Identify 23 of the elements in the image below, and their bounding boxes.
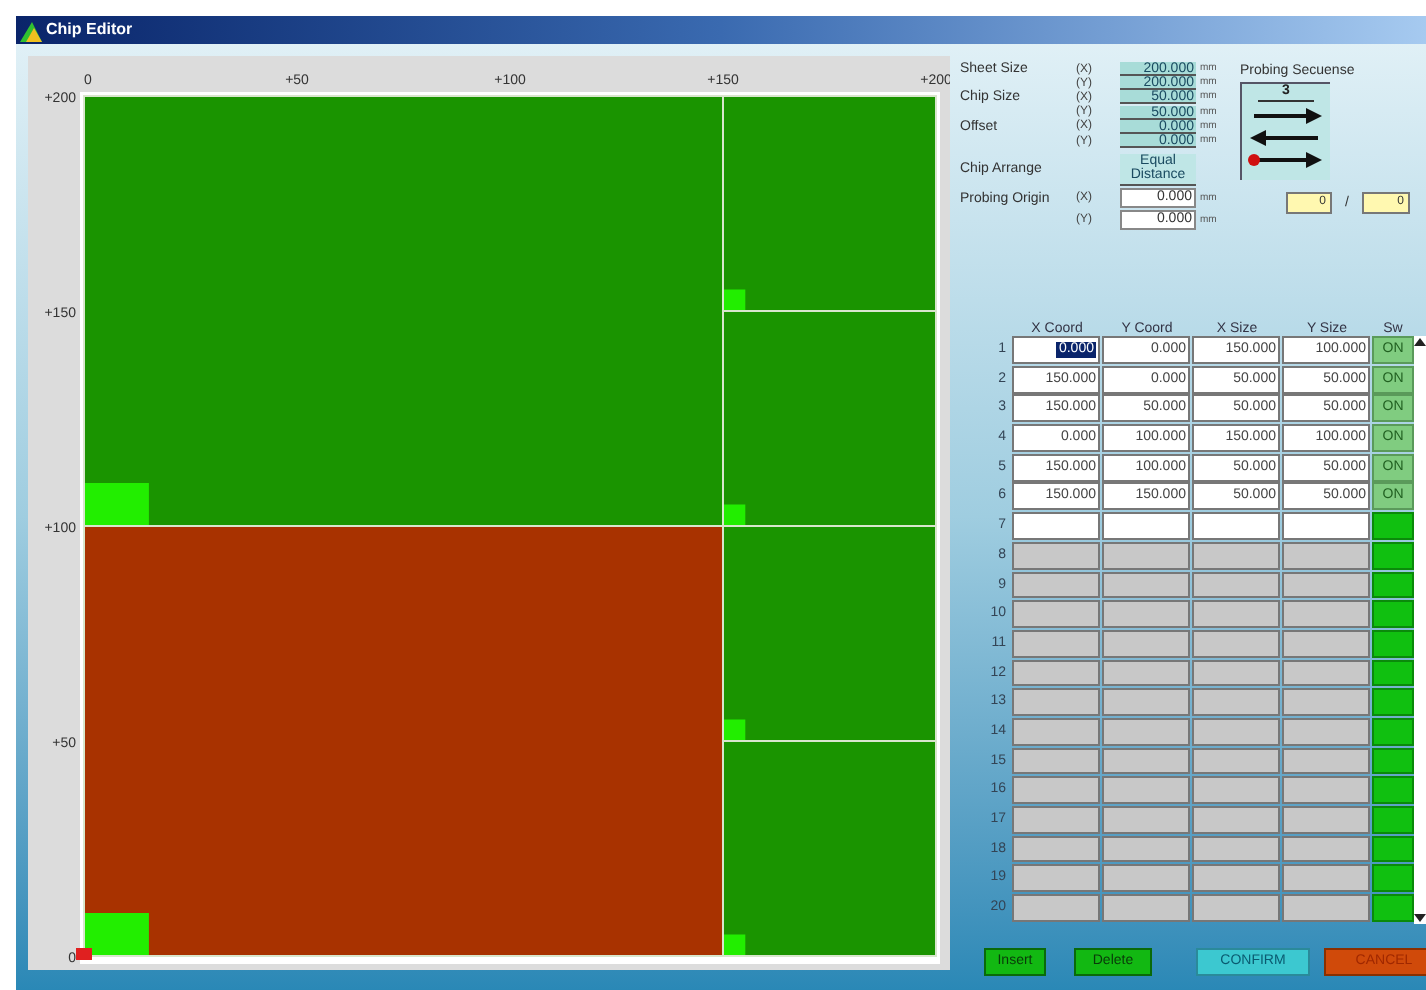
chip-marker xyxy=(724,934,746,955)
scrollbar[interactable] xyxy=(1414,336,1426,924)
chip[interactable] xyxy=(83,95,724,527)
chip[interactable] xyxy=(722,740,937,957)
switch-toggle[interactable] xyxy=(1372,512,1414,540)
chip-marker xyxy=(724,504,746,525)
probing-arrows-icon xyxy=(1246,102,1326,174)
chip[interactable] xyxy=(722,525,937,742)
chip-marker xyxy=(724,289,746,310)
origin-marker xyxy=(76,948,92,960)
chip[interactable] xyxy=(83,525,724,957)
chip[interactable] xyxy=(722,310,937,527)
chip[interactable] xyxy=(722,95,937,312)
window-title: Chip Editor xyxy=(46,22,133,38)
table-cell[interactable] xyxy=(1282,512,1370,540)
chip-marker xyxy=(85,483,149,525)
table-cell[interactable] xyxy=(1192,512,1280,540)
scroll-up-icon[interactable] xyxy=(1414,336,1426,348)
table-cell[interactable] xyxy=(1012,512,1100,540)
table-cell[interactable] xyxy=(1102,512,1190,540)
app-icon xyxy=(20,19,42,41)
chip-marker xyxy=(85,913,149,955)
chip-marker xyxy=(724,719,746,740)
